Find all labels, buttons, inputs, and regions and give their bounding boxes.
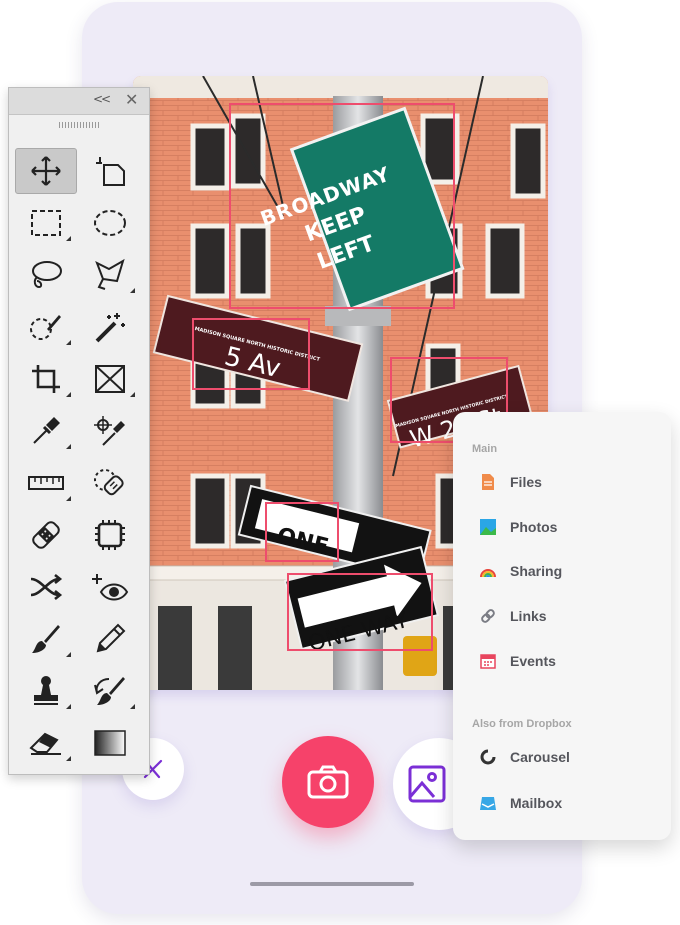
detection-box-one [265, 502, 339, 562]
lasso-tool[interactable] [15, 252, 77, 298]
rectangular-marquee-tool[interactable] [15, 200, 77, 246]
home-indicator [250, 882, 414, 886]
detection-box-5av [192, 318, 310, 390]
eraser-icon [29, 732, 61, 755]
menu-item-label: Sharing [510, 563, 563, 579]
eraser-tool[interactable] [15, 720, 77, 766]
ruler-icon [28, 476, 64, 490]
close-icon[interactable]: ✕ [125, 90, 138, 109]
healing-brush-icon [32, 521, 60, 549]
file-icon [479, 473, 497, 491]
panel-grip[interactable] [59, 122, 99, 128]
red-eye-icon [92, 574, 129, 601]
detection-box-one-way [287, 573, 433, 651]
also-heading: Also from Dropbox [472, 718, 572, 730]
menu-item-label: Mailbox [510, 795, 563, 811]
menu-item-events[interactable]: Events [479, 649, 556, 673]
menu-item-files[interactable]: Files [479, 470, 542, 494]
move-tool[interactable] [15, 148, 77, 194]
sharing-icon [479, 562, 497, 580]
menu-item-label: Events [510, 653, 556, 669]
rect-marquee-icon [31, 210, 61, 236]
menu-item-label: Files [510, 474, 542, 490]
eyedropper-tool[interactable] [15, 408, 77, 454]
poly-lasso-icon [95, 258, 125, 290]
history-brush-icon [94, 677, 125, 705]
elliptical-marquee-tool[interactable] [79, 200, 141, 246]
eyedropper-icon [33, 417, 60, 444]
menu-item-carousel[interactable]: Carousel [479, 745, 570, 769]
color-sampler-tool[interactable] [79, 408, 141, 454]
camera-icon [307, 765, 349, 799]
history-brush-tool[interactable] [79, 668, 141, 714]
collapse-icon[interactable]: << [93, 92, 111, 106]
carousel-icon [479, 748, 497, 766]
red-eye-tool[interactable] [79, 564, 141, 610]
menu-item-label: Carousel [510, 749, 570, 765]
brush-tool[interactable] [15, 616, 77, 662]
capture-button[interactable] [282, 736, 374, 828]
brush-icon [32, 625, 60, 653]
quick-selection-tool[interactable] [15, 304, 77, 350]
artboard-icon [96, 157, 125, 186]
calendar-icon [479, 652, 497, 670]
quick-selection-icon [30, 315, 61, 340]
color-sampler-icon [94, 416, 125, 446]
image-icon [408, 765, 446, 803]
lasso-icon [32, 261, 62, 289]
tools-panel-header[interactable]: << ✕ [9, 88, 149, 115]
crop-icon [32, 365, 60, 393]
magic-wand-icon [95, 313, 125, 343]
content-aware-move-icon [30, 573, 63, 601]
healing-brush-tool[interactable] [15, 512, 77, 558]
mailbox-icon [479, 794, 497, 812]
frame-tool[interactable] [79, 356, 141, 402]
clone-stamp-tool[interactable] [15, 668, 77, 714]
clone-stamp-icon [34, 676, 58, 705]
frame-icon [95, 365, 125, 393]
magic-wand-tool[interactable] [79, 304, 141, 350]
artboard-tool[interactable] [79, 148, 141, 194]
pencil-icon [96, 623, 126, 653]
content-aware-move-tool[interactable] [15, 564, 77, 610]
dropbox-menu: Main Files Photos Sharing Links Events A… [453, 412, 671, 840]
polygonal-lasso-tool[interactable] [79, 252, 141, 298]
spot-healing-icon [94, 469, 124, 496]
patch-tool[interactable] [79, 512, 141, 558]
gradient-icon [94, 730, 126, 756]
menu-item-label: Photos [510, 519, 558, 535]
link-icon [479, 607, 497, 625]
main-heading: Main [472, 443, 498, 455]
menu-item-label: Links [510, 608, 547, 624]
patch-icon [95, 520, 125, 550]
menu-item-links[interactable]: Links [479, 604, 547, 628]
menu-item-sharing[interactable]: Sharing [479, 559, 562, 583]
photos-icon [479, 518, 497, 536]
crop-tool[interactable] [15, 356, 77, 402]
spot-healing-tool[interactable] [79, 460, 141, 506]
ellipse-marquee-icon [94, 210, 126, 236]
pencil-tool[interactable] [79, 616, 141, 662]
move-icon [31, 156, 61, 186]
ruler-tool[interactable] [15, 460, 77, 506]
menu-item-mailbox[interactable]: Mailbox [479, 791, 562, 815]
detection-box-broadway [229, 103, 455, 309]
gradient-tool[interactable] [79, 720, 141, 766]
menu-item-photos[interactable]: Photos [479, 515, 557, 539]
